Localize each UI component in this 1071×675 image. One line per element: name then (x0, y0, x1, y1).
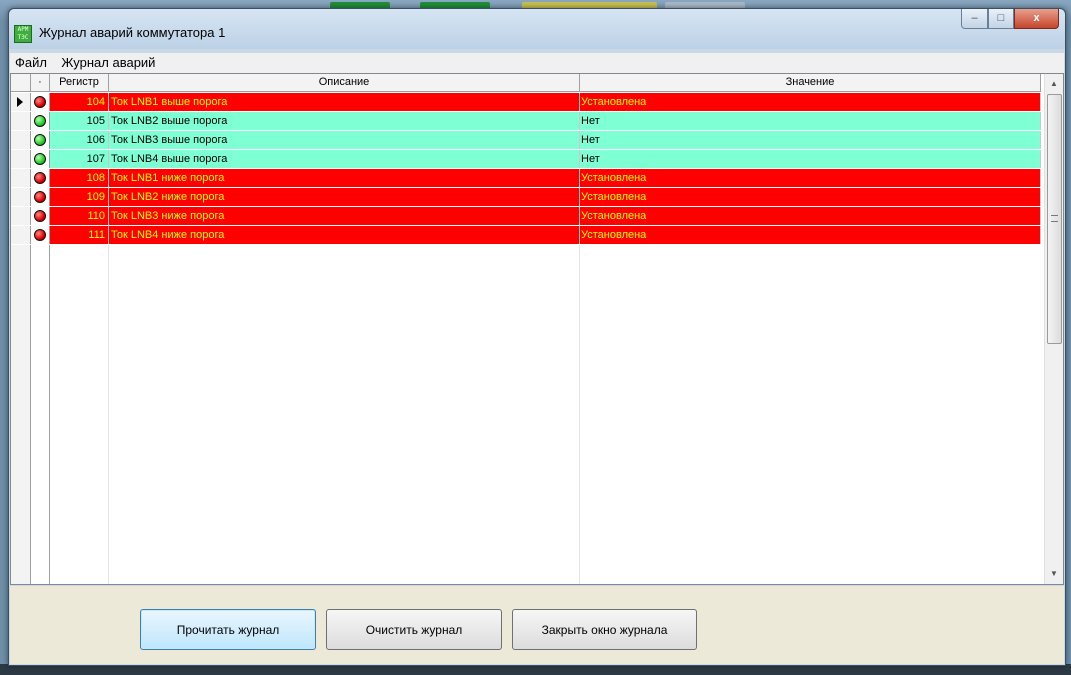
button-panel: Прочитать журнал Очистить журнал Закрыть… (10, 586, 1064, 664)
red-lamp-icon (34, 229, 46, 241)
red-lamp-icon (34, 96, 46, 108)
table-row[interactable]: 111 Ток LNB4 ниже порога Установлена (11, 226, 1041, 245)
status-lamp-cell[interactable] (31, 93, 50, 111)
status-lamp-cell[interactable] (31, 207, 50, 225)
row-header[interactable] (11, 150, 31, 168)
value-cell[interactable]: Установлена (580, 93, 1041, 111)
value-cell[interactable]: Установлена (580, 207, 1041, 225)
status-lamp-cell[interactable] (31, 150, 50, 168)
grid-header: · Регистр Описание Значение (11, 74, 1041, 92)
clear-log-button[interactable]: Очистить журнал (326, 609, 502, 650)
row-header[interactable] (11, 93, 31, 111)
table-row[interactable]: 110 Ток LNB3 ниже порога Установлена (11, 207, 1041, 226)
register-cell[interactable]: 105 (50, 112, 109, 130)
row-header-corner[interactable] (11, 74, 31, 92)
red-lamp-icon (34, 210, 46, 222)
table-row[interactable]: 107 Ток LNB4 выше порога Нет (11, 150, 1041, 169)
value-cell[interactable]: Нет (580, 150, 1041, 168)
status-lamp-cell[interactable] (31, 226, 50, 244)
current-row-arrow-icon (17, 97, 23, 107)
description-cell[interactable]: Ток LNB4 выше порога (109, 150, 580, 168)
row-header[interactable] (11, 112, 31, 130)
window-title: Журнал аварий коммутатора 1 (39, 25, 226, 40)
register-cell[interactable]: 107 (50, 150, 109, 168)
red-lamp-icon (34, 191, 46, 203)
status-lamp-cell[interactable] (31, 112, 50, 130)
description-cell[interactable]: Ток LNB2 выше порога (109, 112, 580, 130)
column-header-description[interactable]: Описание (109, 74, 580, 92)
register-cell[interactable]: 104 (50, 93, 109, 111)
app-icon: АРМ ТЭС (14, 25, 32, 43)
description-cell[interactable]: Ток LNB3 выше порога (109, 131, 580, 149)
scrollbar-thumb[interactable] (1047, 94, 1062, 344)
close-log-window-button[interactable]: Закрыть окно журнала (512, 609, 697, 650)
menu-bar: Файл Журнал аварий (10, 53, 1064, 73)
close-window-button[interactable]: x (1014, 9, 1059, 29)
value-cell[interactable]: Нет (580, 131, 1041, 149)
register-cell[interactable]: 106 (50, 131, 109, 149)
register-cell[interactable]: 108 (50, 169, 109, 187)
menu-file[interactable]: Файл (10, 53, 52, 72)
value-cell[interactable]: Установлена (580, 226, 1041, 244)
register-cell[interactable]: 109 (50, 188, 109, 206)
description-cell[interactable]: Ток LNB1 выше порога (109, 93, 580, 111)
row-header[interactable] (11, 131, 31, 149)
register-cell[interactable]: 111 (50, 226, 109, 244)
column-header-marker[interactable]: · (31, 74, 50, 92)
status-lamp-cell[interactable] (31, 169, 50, 187)
row-header[interactable] (11, 207, 31, 225)
table-row[interactable]: 106 Ток LNB3 выше порога Нет (11, 131, 1041, 150)
read-log-button[interactable]: Прочитать журнал (140, 609, 316, 650)
status-lamp-cell[interactable] (31, 131, 50, 149)
description-cell[interactable]: Ток LNB3 ниже порога (109, 207, 580, 225)
description-cell[interactable]: Ток LNB2 ниже порога (109, 188, 580, 206)
table-row[interactable]: 108 Ток LNB1 ниже порога Установлена (11, 169, 1041, 188)
value-cell[interactable]: Установлена (580, 169, 1041, 187)
register-cell[interactable]: 110 (50, 207, 109, 225)
value-cell[interactable]: Установлена (580, 188, 1041, 206)
row-header[interactable] (11, 226, 31, 244)
green-lamp-icon (34, 153, 46, 165)
minimize-button[interactable]: – (961, 9, 988, 29)
green-lamp-icon (34, 115, 46, 127)
vertical-scrollbar[interactable]: ▲ ▼ (1044, 74, 1063, 584)
scroll-down-arrow-icon[interactable]: ▼ (1045, 566, 1063, 582)
description-cell[interactable]: Ток LNB4 ниже порога (109, 226, 580, 244)
maximize-button[interactable]: □ (988, 9, 1014, 29)
description-cell[interactable]: Ток LNB1 ниже порога (109, 169, 580, 187)
column-header-value[interactable]: Значение (580, 74, 1041, 92)
scroll-up-arrow-icon[interactable]: ▲ (1045, 76, 1063, 92)
column-header-register[interactable]: Регистр (50, 74, 109, 92)
red-lamp-icon (34, 172, 46, 184)
title-bar[interactable]: АРМ ТЭС Журнал аварий коммутатора 1 – □ … (9, 9, 1065, 49)
alarm-grid[interactable]: · Регистр Описание Значение 104 Ток LNB1 … (10, 73, 1064, 585)
row-header[interactable] (11, 169, 31, 187)
table-row[interactable]: 104 Ток LNB1 выше порога Установлена (11, 93, 1041, 112)
row-header[interactable] (11, 188, 31, 206)
scroll-grip-icon (1051, 215, 1058, 222)
menu-alarm-log[interactable]: Журнал аварий (56, 53, 160, 72)
table-row[interactable]: 105 Ток LNB2 выше порога Нет (11, 112, 1041, 131)
table-row[interactable]: 109 Ток LNB2 ниже порога Установлена (11, 188, 1041, 207)
value-cell[interactable]: Нет (580, 112, 1041, 130)
alarm-log-window: АРМ ТЭС Журнал аварий коммутатора 1 – □ … (8, 8, 1066, 666)
grid-rows: 104 Ток LNB1 выше порога Установлена 105 Ток… (11, 93, 1041, 245)
green-lamp-icon (34, 134, 46, 146)
status-lamp-cell[interactable] (31, 188, 50, 206)
